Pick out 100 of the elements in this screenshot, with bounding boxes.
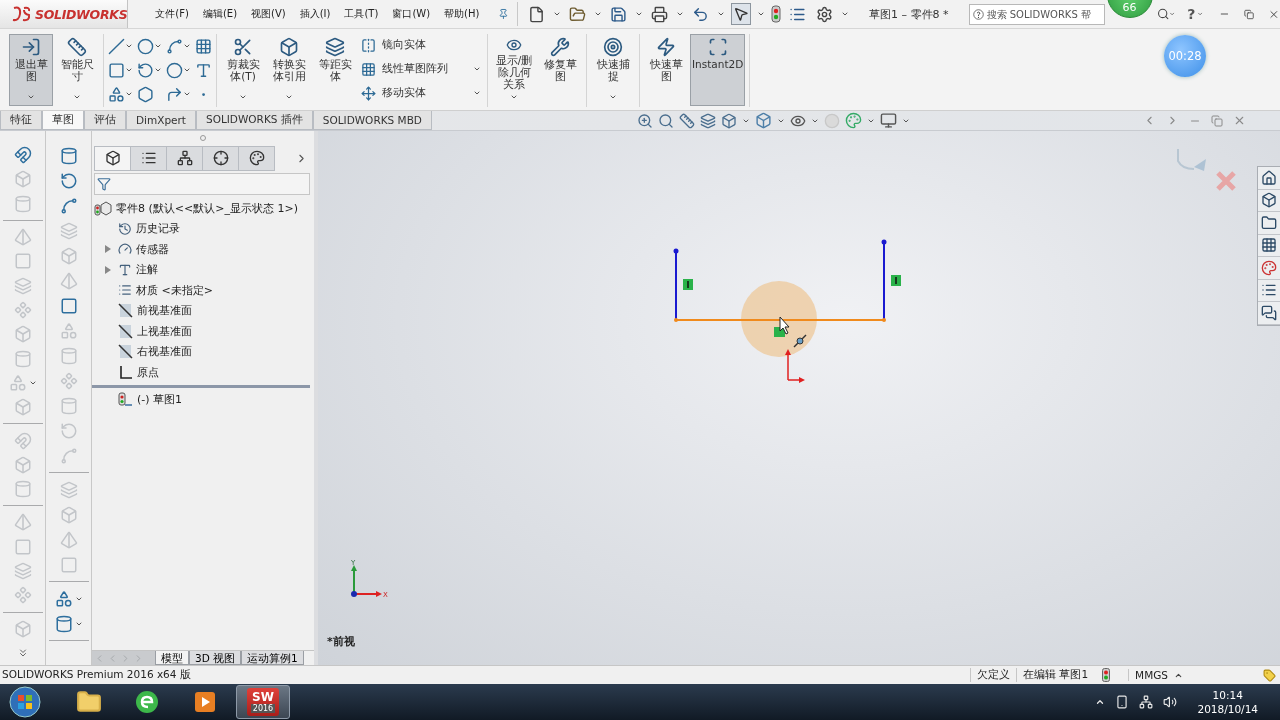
forum-icon[interactable]: [1258, 302, 1280, 325]
caret-icon: [473, 65, 481, 73]
section-view-icon[interactable]: [699, 112, 716, 129]
tab[interactable]: 模型: [155, 651, 189, 665]
tree-item[interactable]: 零件8 (默认<<默认>_显示状态 1>): [92, 198, 314, 219]
panel-tab[interactable]: [130, 145, 167, 171]
cylinder-icon[interactable]: [54, 614, 73, 633]
tree-item[interactable]: 原点: [92, 362, 314, 383]
splitter-handle[interactable]: [200, 135, 206, 141]
tree-item[interactable]: 历史记录: [92, 218, 314, 239]
sweep-icon[interactable]: [59, 196, 78, 215]
tab[interactable]: 3D 视图: [189, 651, 242, 665]
repair-icon: [550, 37, 570, 57]
extrude-icon[interactable]: [59, 146, 78, 165]
ribbon-button[interactable]: 等距实体: [313, 34, 357, 106]
caret-icon: [635, 10, 644, 18]
start-button[interactable]: [8, 685, 42, 719]
menu-item[interactable]: 编辑(E): [195, 3, 245, 25]
tree-item[interactable]: (-) 草图1: [92, 389, 314, 410]
home-icon[interactable]: [1258, 167, 1280, 190]
restore-icon[interactable]: [1244, 7, 1255, 21]
tag-icon[interactable]: [1263, 668, 1276, 682]
caret-icon: [717, 10, 726, 18]
search-icon[interactable]: [1156, 6, 1169, 22]
display-style-icon[interactable]: [754, 112, 772, 129]
exit-sketch-icon: [21, 37, 41, 57]
crosshair-icon: [212, 150, 229, 166]
quick-sketch-icon: [656, 37, 676, 57]
expand-icon[interactable]: [105, 245, 111, 254]
menu-item[interactable]: 窗口(W): [385, 3, 438, 25]
caret-icon: [1197, 10, 1204, 18]
ribbon-button[interactable]: 快速草图: [644, 34, 688, 106]
tab[interactable]: SOLIDWORKS MBD: [312, 111, 432, 130]
solidworks-icon: SW 2016: [247, 688, 279, 716]
menu-item[interactable]: 视图(V): [244, 3, 293, 25]
view-settings-icon[interactable]: [879, 112, 897, 129]
tree-item[interactable]: 上视基准面: [92, 321, 314, 342]
tab[interactable]: 运动算例1: [241, 651, 304, 665]
menu-item[interactable]: 文件(F): [148, 3, 196, 25]
tray-expand-icon[interactable]: [1095, 697, 1106, 707]
tab[interactable]: 特征: [0, 111, 42, 130]
ribbon-button[interactable]: 退出草图: [9, 34, 53, 106]
plane-icon: [118, 303, 133, 319]
filter-field[interactable]: [94, 173, 310, 195]
plane-icon[interactable]: [59, 296, 78, 315]
ribbon-list-button[interactable]: 线性草图阵列: [359, 58, 483, 80]
magnet-icon[interactable]: [13, 146, 32, 165]
ribbon-list-button[interactable]: 移动实体: [359, 82, 483, 104]
ribbon-button[interactable]: 剪裁实体(T): [221, 34, 265, 106]
sensor-icon: [118, 242, 132, 257]
shapes-icon[interactable]: [54, 589, 73, 608]
revolve-icon[interactable]: [59, 171, 78, 190]
tab[interactable]: 草图: [42, 111, 84, 130]
previous-view-icon[interactable]: [678, 112, 695, 129]
ribbon-button[interactable]: 快速捕捉: [591, 34, 635, 106]
ribbon-list-button[interactable]: 镜向实体: [359, 34, 483, 56]
scene-icon[interactable]: [844, 112, 862, 129]
units-selector[interactable]: MMGS: [1128, 669, 1174, 681]
traffic-light-icon[interactable]: [771, 5, 782, 23]
folder-icon[interactable]: [1258, 212, 1280, 235]
help-button[interactable]: ?: [1185, 6, 1198, 22]
clock[interactable]: 10:14 2018/10/14: [1197, 688, 1258, 716]
menu-item[interactable]: 帮助(H): [437, 3, 487, 25]
tree-item[interactable]: 前视基准面: [92, 300, 314, 321]
library-icon[interactable]: [1258, 189, 1280, 212]
panel-tab[interactable]: [238, 145, 275, 171]
ribbon-button[interactable]: 修复草图: [538, 34, 582, 106]
search-field[interactable]: 搜索 SOLIDWORKS 帮: [968, 3, 1105, 25]
expand-icon[interactable]: [105, 265, 111, 274]
panel-tab[interactable]: [166, 145, 203, 171]
menu-item[interactable]: 插入(I): [292, 3, 338, 25]
sketch-drawing[interactable]: [673, 239, 901, 383]
appearance-icon[interactable]: [1258, 257, 1280, 280]
tab[interactable]: SOLIDWORKS 插件: [196, 111, 313, 130]
network-icon[interactable]: [1139, 695, 1154, 709]
volume-icon[interactable]: [1163, 695, 1178, 709]
tree-item[interactable]: 右视基准面: [92, 341, 314, 362]
tree-item[interactable]: 材质 <未指定>: [92, 280, 314, 301]
view-orientation-icon[interactable]: [720, 112, 737, 129]
ribbon-button[interactable]: 智能尺寸: [55, 34, 99, 106]
tree-item[interactable]: 传感器: [92, 239, 314, 260]
view-palette-icon[interactable]: [1258, 234, 1280, 257]
ribbon-button[interactable]: 显示/删除几何关系: [492, 34, 536, 106]
zoom-fit-icon[interactable]: [636, 112, 653, 129]
ribbon-button[interactable]: 转换实体引用: [267, 34, 311, 106]
tab[interactable]: 评估: [84, 111, 126, 130]
tree-item[interactable]: 注解: [92, 259, 314, 280]
ribbon-button[interactable]: Instant2D: [690, 34, 746, 106]
rollback-bar[interactable]: [92, 384, 310, 388]
menu-item[interactable]: 工具(T): [337, 3, 386, 25]
close-icon[interactable]: [1233, 114, 1246, 127]
panel-tab[interactable]: [202, 145, 239, 171]
taskbar-app[interactable]: SW 2016: [236, 685, 290, 719]
device-icon[interactable]: [1115, 695, 1130, 709]
select-button[interactable]: [731, 3, 752, 25]
tab[interactable]: DimXpert: [126, 111, 196, 130]
zoom-area-icon[interactable]: [657, 112, 674, 129]
panel-tab[interactable]: [94, 145, 131, 171]
pin-icon[interactable]: [498, 7, 510, 21]
properties-icon[interactable]: [1258, 279, 1280, 302]
